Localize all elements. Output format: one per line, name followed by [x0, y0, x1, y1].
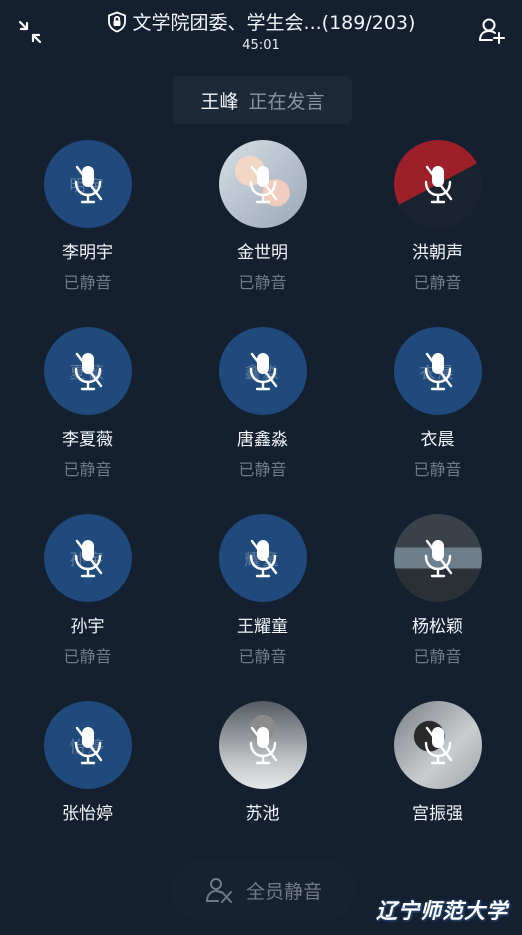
participant-name: 杨松颖 [412, 617, 463, 637]
participant-name: 李明宇 [62, 243, 113, 263]
participant-name: 唐鑫淼 [237, 430, 288, 450]
participant-status: 已静音 [238, 273, 287, 292]
mute-all-icon [205, 878, 232, 903]
participant-tile[interactable]: 夏薇 李夏薇 已静音 [0, 327, 175, 480]
participant-status: 已静音 [413, 460, 462, 479]
mic-off-icon [74, 726, 102, 765]
participant-status: 已静音 [413, 273, 462, 292]
mic-off-icon [249, 726, 277, 765]
avatar: 耀童 [218, 514, 307, 602]
mic-off-icon [74, 165, 102, 204]
participant-name: 李夏薇 [62, 430, 113, 450]
participant-tile[interactable]: 金世明 已静音 [175, 140, 350, 293]
participant-tile[interactable]: 宫振强 [350, 701, 522, 825]
mic-off-icon [424, 352, 452, 391]
mute-all-label: 全员静音 [245, 880, 322, 903]
participant-name: 张怡婷 [62, 804, 113, 824]
participant-tile[interactable]: 洪朝声 已静音 [350, 140, 522, 293]
participant-tile[interactable]: 怡婷 张怡婷 [0, 701, 175, 825]
mic-off-icon [424, 539, 452, 578]
current-speaker-banner: 王峰 正在发言 [173, 76, 352, 124]
participant-status: 已静音 [238, 460, 287, 479]
avatar [218, 701, 307, 789]
avatar: 孙宇 [43, 514, 132, 602]
avatar [218, 140, 307, 228]
avatar: 夏薇 [43, 327, 132, 415]
speaker-status: 正在发言 [248, 90, 325, 113]
participant-name: 宫振强 [412, 804, 463, 824]
participant-tile[interactable]: 苏池 [175, 701, 350, 825]
meeting-title: 文学院团委、学生会...(189/203) [132, 12, 416, 34]
mic-off-icon [74, 352, 102, 391]
mic-off-icon [249, 165, 277, 204]
participant-tile[interactable]: 杨松颖 已静音 [350, 514, 522, 667]
avatar: 明宇 [43, 140, 132, 228]
avatar: 鑫淼 [218, 327, 307, 415]
avatar [393, 140, 482, 228]
participant-name: 孙宇 [70, 617, 105, 637]
participant-status: 已静音 [63, 460, 112, 479]
watermark-logo: 辽宁师范大学 [376, 898, 508, 923]
avatar [393, 701, 482, 789]
participant-status: 已静音 [63, 647, 112, 666]
mute-all-button[interactable]: 全员静音 [171, 860, 355, 920]
participant-status: 已静音 [238, 647, 287, 666]
participant-name: 衣晨 [420, 430, 455, 450]
participant-tile[interactable]: 鑫淼 唐鑫淼 已静音 [175, 327, 350, 480]
participant-status: 已静音 [413, 647, 462, 666]
participant-tile[interactable]: 孙宇 孙宇 已静音 [0, 514, 175, 667]
participant-name: 王耀童 [237, 617, 288, 637]
meeting-header: 文学院团委、学生会...(189/203) 45:01 [0, 8, 522, 53]
avatar [393, 514, 482, 602]
mic-off-icon [424, 165, 452, 204]
add-user-button[interactable] [474, 12, 510, 48]
add-user-icon [479, 18, 505, 44]
participant-tile[interactable]: 耀童 王耀童 已静音 [175, 514, 350, 667]
participant-name: 苏池 [245, 804, 280, 824]
mic-off-icon [249, 539, 277, 578]
meeting-timer: 45:01 [242, 37, 280, 53]
participant-name: 金世明 [237, 243, 288, 263]
lock-shield-icon [107, 11, 126, 32]
mic-off-icon [249, 352, 277, 391]
speaker-name: 王峰 [200, 90, 239, 113]
participant-status: 已静音 [63, 273, 112, 292]
mic-off-icon [74, 539, 102, 578]
mic-off-icon [424, 726, 452, 765]
participant-name: 洪朝声 [412, 243, 463, 263]
avatar: 衣晨 [393, 327, 482, 415]
participant-tile[interactable]: 明宇 李明宇 已静音 [0, 140, 175, 293]
avatar: 怡婷 [43, 701, 132, 789]
participant-tile[interactable]: 衣晨 衣晨 已静音 [350, 327, 522, 480]
top-bar: 文学院团委、学生会...(189/203) 45:01 [0, 0, 522, 60]
